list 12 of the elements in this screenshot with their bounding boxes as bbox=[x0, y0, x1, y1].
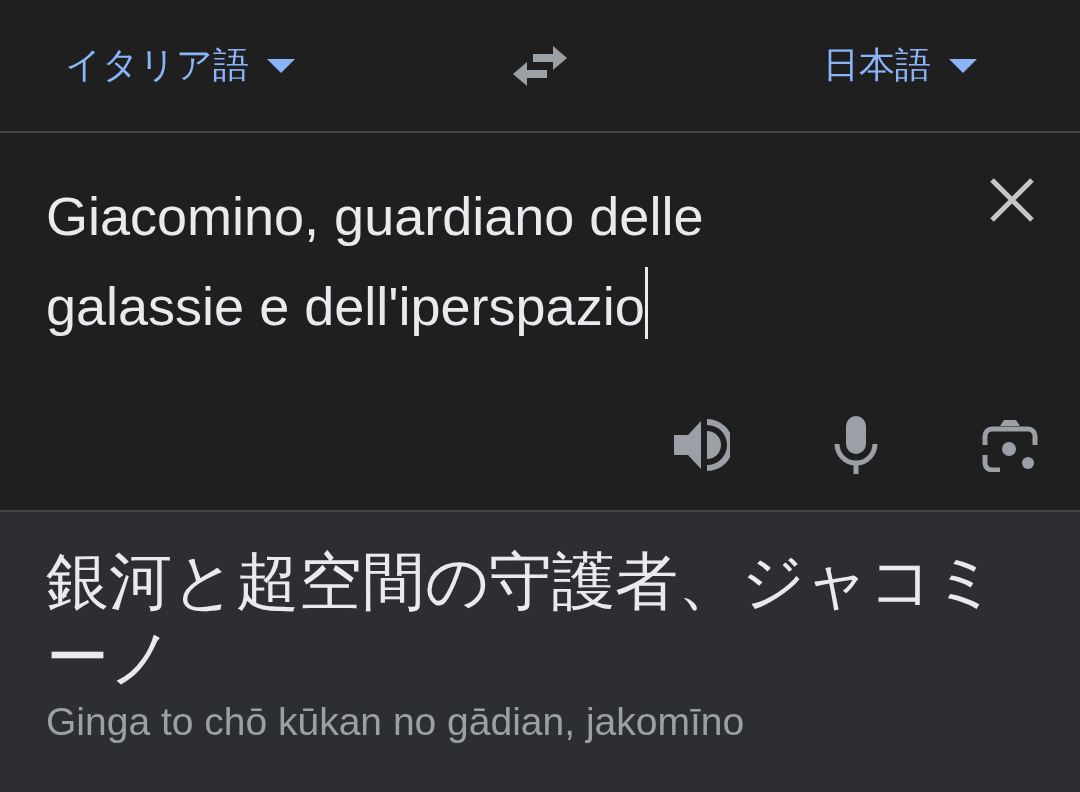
dropdown-icon bbox=[267, 58, 295, 73]
speaker-icon bbox=[674, 418, 730, 472]
target-language-button[interactable]: 日本語 bbox=[815, 33, 985, 98]
translated-text: 銀河と超空間の守護者、ジャコミーノ bbox=[46, 544, 998, 696]
source-language-button[interactable]: イタリア語 bbox=[57, 33, 303, 98]
swap-icon bbox=[513, 45, 567, 86]
source-text-field[interactable]: Giacomino, guardiano delle galassie e dell'iperspazio bbox=[46, 171, 846, 351]
romanization-text: Ginga to chō kūkan no gādian, jakomīno bbox=[46, 700, 746, 744]
dropdown-icon bbox=[949, 58, 977, 73]
microphone-icon bbox=[834, 416, 878, 474]
close-icon bbox=[989, 176, 1035, 223]
camera-icon bbox=[982, 418, 1038, 472]
